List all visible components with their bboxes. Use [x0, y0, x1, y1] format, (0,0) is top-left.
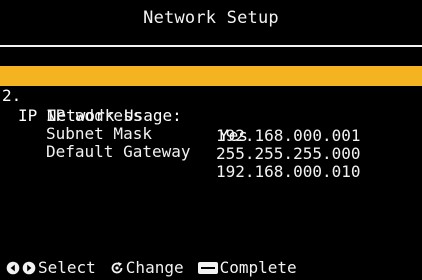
complete-hint-label: Complete	[219, 258, 297, 277]
menu-item-value: 255.255.255.000	[216, 144, 361, 163]
page-title: Network Setup	[143, 8, 279, 28]
left-arrow-icon	[6, 261, 20, 275]
menu-item-label: Default Gateway	[46, 142, 191, 161]
select-hint-label: Select	[38, 258, 96, 277]
menu-item-ip-network-usage[interactable]: 2. IP Network Usage: Yes	[0, 66, 422, 145]
right-arrow-icon	[22, 261, 36, 275]
menu-item-ip-address[interactable]: IP address 192.168.000.001	[0, 86, 422, 145]
change-hint-label: Change	[125, 258, 184, 277]
menu-item-default-gateway[interactable]: Default Gateway 192.168.000.010	[0, 122, 422, 181]
menu-item-subnet-mask[interactable]: Subnet Mask 255.255.255.000	[0, 104, 422, 163]
title-divider	[0, 45, 422, 47]
rotate-dial-icon	[110, 261, 124, 275]
menu-item-value: 192.168.000.010	[216, 162, 361, 181]
menu-button-icon	[197, 262, 218, 274]
button-guide: Select Change Complete	[6, 258, 297, 278]
